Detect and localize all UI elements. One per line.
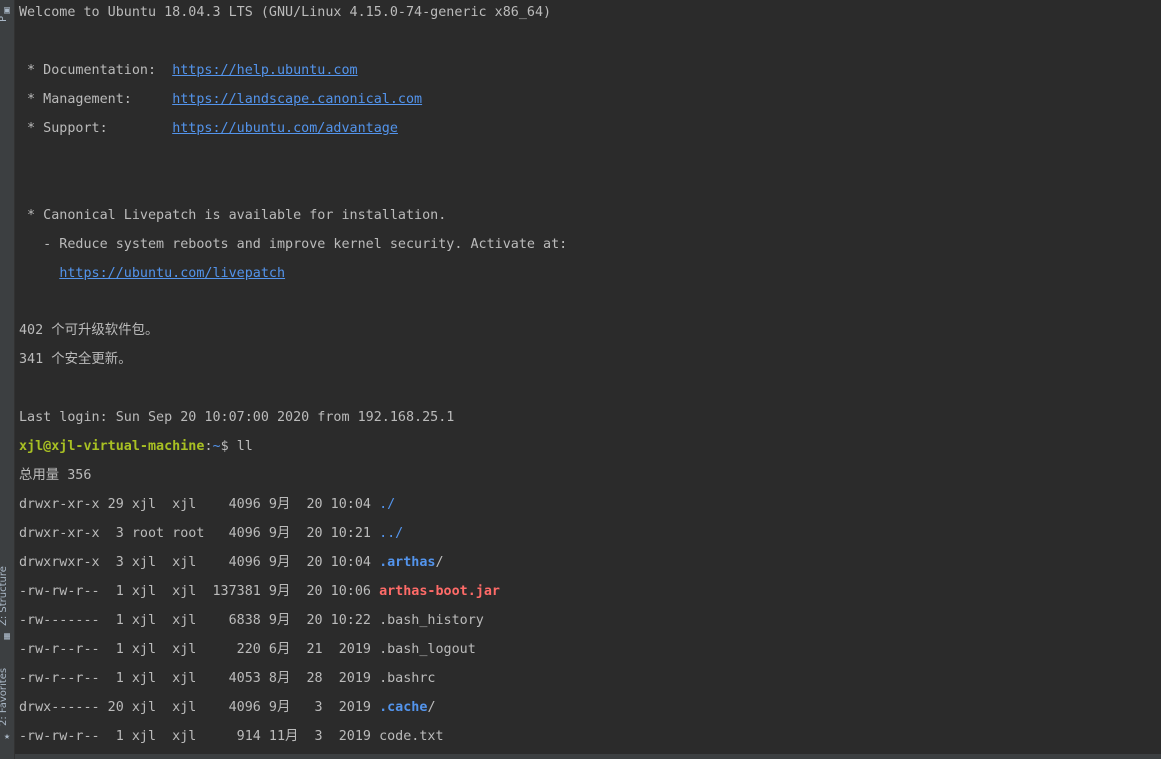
listing-name: ./ [379, 497, 396, 512]
livepatch-link[interactable]: https://ubuntu.com/livepatch [59, 266, 285, 281]
listing-row: -rw-rw-r-- 1 xjl xjl 137381 9月 20 10:06 … [19, 579, 500, 608]
total-line: 总用量 356 [19, 468, 92, 483]
structure-icon[interactable]: ▦ [2, 632, 12, 642]
support-line: * Support: https://ubuntu.com/advantage [19, 116, 398, 145]
listing-name: arthas-boot.jar [379, 584, 500, 599]
tool-tab-structure[interactable]: Z: Structure [0, 566, 9, 626]
livepatch-indent [19, 266, 59, 281]
listing-meta: -rw-r--r-- 1 xjl xjl 4053 8月 28 2019 [19, 671, 380, 686]
tool-tab-favorites[interactable]: 2: Favorites [0, 668, 9, 726]
listing-row: -rw-r--r-- 1 xjl xjl 4053 8月 28 2019 .ba… [19, 666, 436, 695]
listing-meta: drwxr-xr-x 3 root root 4096 9月 20 10:21 [19, 526, 380, 541]
listing-name: .arthas [379, 555, 436, 570]
livepatch-reduce-line: - Reduce system reboots and improve kern… [19, 237, 568, 252]
management-link[interactable]: https://landscape.canonical.com [172, 92, 422, 107]
listing-meta: drwxrwxr-x 3 xjl xjl 4096 9月 20 10:04 [19, 555, 380, 570]
horizontal-scrollbar[interactable] [15, 754, 1161, 759]
listing-name: code.txt [379, 729, 444, 744]
listing-row: drwxr-xr-x 29 xjl xjl 4096 9月 20 10:04 .… [19, 492, 395, 521]
listing-name: .cache [379, 700, 428, 715]
listing-row: -rw------- 1 xjl xjl 6838 9月 20 10:22 .b… [19, 608, 484, 637]
listing-row: drwx------ 20 xjl xjl 4096 9月 3 2019 .ca… [19, 695, 436, 724]
listing-row: -rw-r--r-- 1 xjl xjl 220 6月 21 2019 .bas… [19, 637, 476, 666]
listing-suffix: / [427, 700, 436, 715]
tool-tab-project[interactable]: P [0, 16, 9, 22]
last-login-line: Last login: Sun Sep 20 10:07:00 2020 fro… [19, 410, 455, 425]
listing-suffix: / [435, 555, 444, 570]
listing-meta: -rw-rw-r-- 1 xjl xjl 137381 9月 20 10:06 [19, 584, 380, 599]
livepatch-url-line: https://ubuntu.com/livepatch [19, 261, 285, 290]
listing-row: drwxr-xr-x 3 root root 4096 9月 20 10:21 … [19, 521, 403, 550]
listing-meta: -rw-r--r-- 1 xjl xjl 220 6月 21 2019 [19, 642, 380, 657]
listing-row: drwxrwxr-x 3 xjl xjl 4096 9月 20 10:04 .a… [19, 550, 444, 579]
prompt-command: ll [236, 439, 253, 454]
prompt-line: xjl@xjl-virtual-machine:~$ ll [19, 434, 253, 463]
listing-name: .bashrc [379, 671, 436, 686]
security-updates-line: 341 个安全更新。 [19, 352, 132, 367]
prompt-user-host: xjl@xjl-virtual-machine [19, 439, 205, 454]
management-label: * Management: [19, 92, 173, 107]
livepatch-available-line: * Canonical Livepatch is available for i… [19, 208, 447, 223]
documentation-link[interactable]: https://help.ubuntu.com [172, 63, 357, 78]
listing-name: ../ [379, 526, 404, 541]
management-line: * Management: https://landscape.canonica… [19, 87, 422, 116]
terminal-output[interactable]: Welcome to Ubuntu 18.04.3 LTS (GNU/Linux… [19, 0, 1161, 753]
documentation-label: * Documentation: [19, 63, 173, 78]
listing-name: .bash_logout [379, 642, 476, 657]
support-label: * Support: [19, 121, 173, 136]
tool-window-strip: ▣ P Z: Structure ▦ 2: Favorites ★ [0, 0, 15, 759]
listing-name: .bash_history [379, 613, 484, 628]
upgradable-line: 402 个可升级软件包。 [19, 323, 159, 338]
project-icon[interactable]: ▣ [2, 6, 12, 16]
documentation-line: * Documentation: https://help.ubuntu.com [19, 58, 358, 87]
star-icon[interactable]: ★ [2, 732, 12, 742]
welcome-line: Welcome to Ubuntu 18.04.3 LTS (GNU/Linux… [19, 5, 552, 20]
prompt-dollar: $ [220, 439, 237, 454]
listing-meta: drwxr-xr-x 29 xjl xjl 4096 9月 20 10:04 [19, 497, 380, 512]
listing-meta: drwx------ 20 xjl xjl 4096 9月 3 2019 [19, 700, 380, 715]
prompt-colon: : [204, 439, 213, 454]
prompt-path: ~ [212, 439, 221, 454]
support-link[interactable]: https://ubuntu.com/advantage [172, 121, 398, 136]
listing-meta: -rw------- 1 xjl xjl 6838 9月 20 10:22 [19, 613, 380, 628]
listing-meta: -rw-rw-r-- 1 xjl xjl 914 11月 3 2019 [19, 729, 380, 744]
listing-row: -rw-rw-r-- 1 xjl xjl 914 11月 3 2019 code… [19, 724, 444, 753]
